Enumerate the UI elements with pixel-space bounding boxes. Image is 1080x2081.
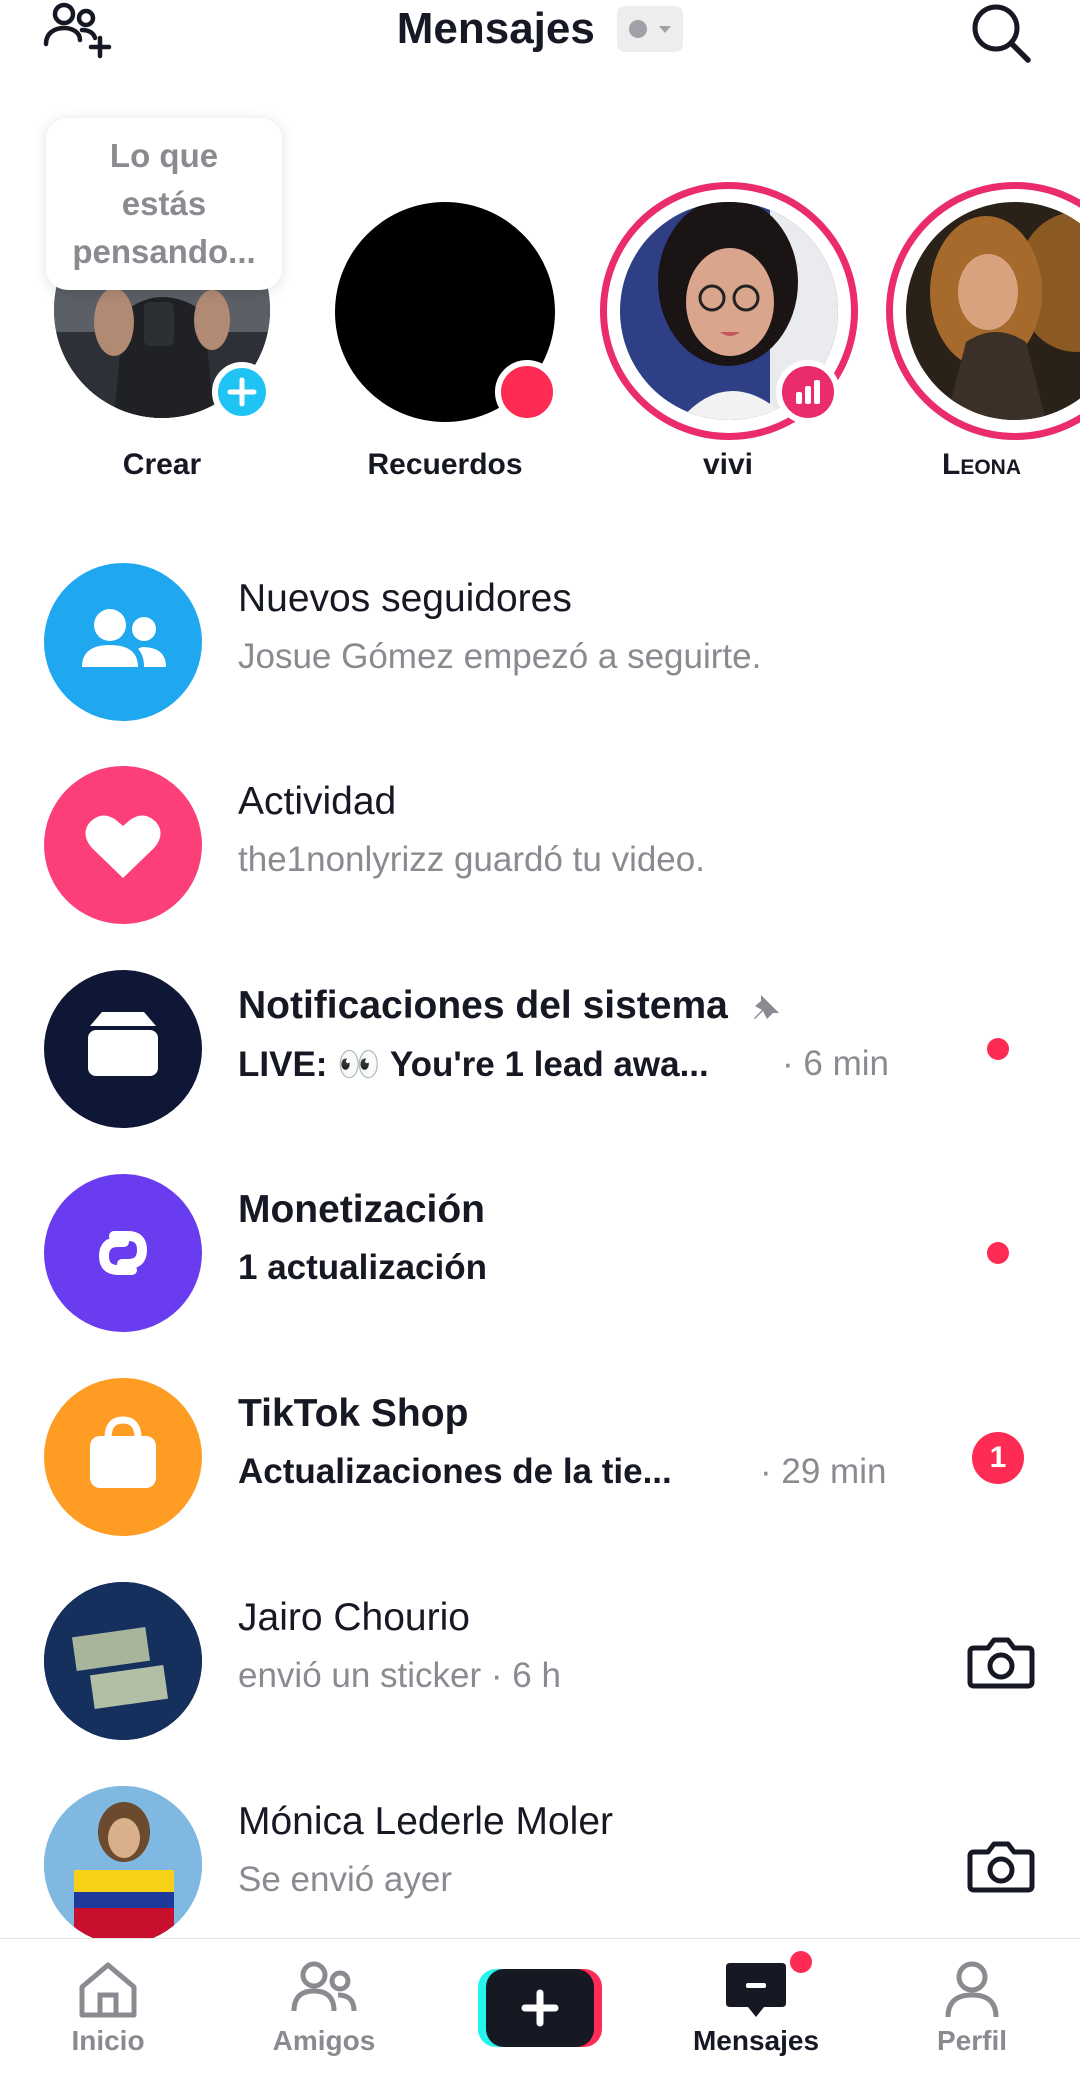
row-subtitle: 1 actualización xyxy=(238,1248,487,1287)
nav-label: Inicio xyxy=(71,2025,145,2056)
shopping-bag-icon xyxy=(44,1378,202,1536)
link-icon xyxy=(44,1174,202,1332)
story-memories[interactable]: Recuerdos xyxy=(315,110,575,500)
chevron-down-icon xyxy=(659,26,672,33)
header: Mensajes xyxy=(0,0,1080,70)
search-icon xyxy=(972,4,1031,63)
nav-home[interactable]: Inicio xyxy=(0,1939,216,2081)
row-title: Jairo Chourio xyxy=(238,1596,470,1639)
unread-dot xyxy=(987,1242,1009,1264)
story-label: Crear xyxy=(122,448,202,481)
contact-avatar xyxy=(44,1786,202,1944)
add-story-button[interactable] xyxy=(212,362,272,422)
nav-label: Amigos xyxy=(272,2025,376,2056)
row-title-text: Notificaciones del sistema xyxy=(238,984,728,1027)
nav-profile[interactable]: Perfil xyxy=(864,1939,1080,2081)
row-subtitle: Se envió ayer xyxy=(238,1860,453,1899)
thought-line: estás xyxy=(121,185,207,222)
search-button[interactable] xyxy=(968,0,1034,66)
live-badge xyxy=(776,360,840,424)
thought-line: Lo que xyxy=(109,137,219,174)
pin-icon xyxy=(753,994,779,1019)
contact-avatar xyxy=(44,1582,202,1740)
home-icon xyxy=(79,1962,137,2018)
story-vivi[interactable]: vivi xyxy=(598,110,858,500)
row-subtitle: LIVE: 👀 You're 1 lead awa... xyxy=(238,1045,709,1084)
camera-button[interactable] xyxy=(966,1632,1036,1692)
profile-icon xyxy=(945,1961,999,2018)
followers-icon xyxy=(44,563,202,721)
stories-row: Lo que estás pensando... Crear Recuerdos xyxy=(0,110,1080,500)
story-label: Leona xyxy=(942,448,1021,481)
row-time: · 29 min xyxy=(760,1452,887,1491)
unread-count-badge: 1 xyxy=(972,1432,1024,1484)
nav-label: Perfil xyxy=(936,2025,1008,2056)
row-title: TikTok Shop xyxy=(238,1392,469,1435)
story-label: Recuerdos xyxy=(367,448,523,481)
row-title: Monetización xyxy=(238,1188,486,1231)
create-plus-icon xyxy=(478,1969,602,2047)
nav-messages[interactable]: Mensajes xyxy=(648,1939,864,2081)
messages-unread-dot xyxy=(790,1951,812,1973)
row-subtitle: envió un sticker · 6 h xyxy=(238,1656,561,1695)
inbox-row-chat[interactable]: Jairo Chourio envió un sticker · 6 h xyxy=(0,1582,1080,1752)
new-memory-dot xyxy=(495,360,559,424)
inbox-row-activity[interactable]: Actividad the1nonlyrizz guardó tu video. xyxy=(0,766,1080,936)
title-area: Mensajes xyxy=(0,0,1080,58)
create-video-button[interactable] xyxy=(478,1967,602,2049)
thought-line: pensando... xyxy=(72,233,256,270)
status-dot-icon xyxy=(629,20,648,38)
page-title: Mensajes xyxy=(396,4,595,53)
story-leona[interactable]: Leona xyxy=(884,110,1080,500)
row-title: Mónica Lederle Moler xyxy=(238,1800,614,1843)
live-bars-icon xyxy=(796,380,820,404)
camera-icon xyxy=(967,1841,1035,1893)
row-subtitle: Actualizaciones de la tie... xyxy=(238,1452,672,1491)
row-title: Actividad xyxy=(238,780,397,823)
nav-label: Mensajes xyxy=(692,2025,820,2056)
story-create[interactable]: Lo que estás pensando... Crear xyxy=(32,110,292,500)
nav-friends[interactable]: Amigos xyxy=(216,1939,432,2081)
friends-icon xyxy=(291,1961,357,2012)
story-label: vivi xyxy=(702,448,754,481)
camera-icon xyxy=(967,1637,1035,1689)
plus-icon xyxy=(227,377,257,407)
row-subtitle: the1nonlyrizz guardó tu video. xyxy=(238,840,705,879)
thought-bubble[interactable]: Lo que estás pensando... xyxy=(46,118,282,290)
bottom-navigation: Inicio Amigos Mensajes Perfil xyxy=(0,1938,1080,2081)
inbox-row-monetization[interactable]: Monetización 1 actualización xyxy=(0,1174,1080,1344)
inbox-row-new-followers[interactable]: Nuevos seguidores Josue Gómez empezó a s… xyxy=(0,563,1080,733)
row-time: · 6 min xyxy=(782,1044,889,1083)
heart-icon xyxy=(44,766,202,924)
row-title: Notificaciones del sistema xyxy=(238,984,783,1028)
inbox-row-chat[interactable]: Mónica Lederle Moler Se envió ayer xyxy=(0,1786,1080,1956)
status-dropdown[interactable] xyxy=(617,6,684,52)
inbox-row-tiktok-shop[interactable]: TikTok Shop Actualizaciones de la tie...… xyxy=(0,1378,1080,1548)
row-title: Nuevos seguidores xyxy=(238,577,572,620)
inbox-tray-icon xyxy=(44,970,202,1128)
camera-button[interactable] xyxy=(966,1836,1036,1896)
inbox-row-system-notifications[interactable]: Notificaciones del sistema LIVE: 👀 You'r… xyxy=(0,970,1080,1140)
row-subtitle: Josue Gómez empezó a seguirte. xyxy=(238,637,762,676)
unread-dot xyxy=(987,1038,1009,1060)
messages-icon xyxy=(726,1963,786,2017)
